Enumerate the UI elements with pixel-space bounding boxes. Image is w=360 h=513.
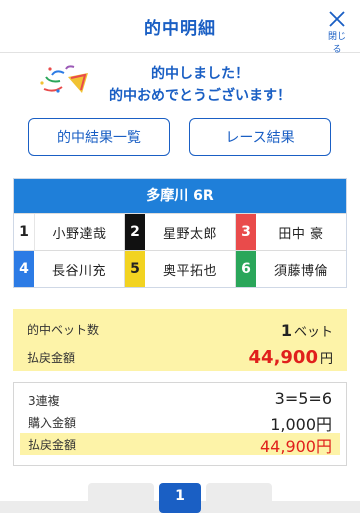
- result-detail-sheet: 的中明細 閉じる 的中しました！ 的中おめでとうございます！ 的中結果一覧 レー…: [0, 0, 360, 513]
- bet-count-row: 的中ベット数 1 ベット: [27, 314, 333, 342]
- racer-entry: 6 須藤博倫: [236, 251, 346, 287]
- congrats-line-1: 的中しました！: [151, 66, 249, 82]
- racer-name: 長谷川充: [51, 263, 106, 279]
- bet-count-number: 1: [280, 321, 292, 340]
- bet-type-row: 3連複 3=5=6: [24, 389, 336, 411]
- racer-row: 4 長谷川充 5 奥平拓也 6 須藤博倫: [14, 250, 346, 287]
- ticket-payout-amount: 44,900円: [260, 437, 332, 456]
- lane-number: 4: [14, 251, 34, 287]
- racer-name: 小野達哉: [52, 226, 107, 242]
- racer-name: 須藤博倫: [273, 263, 328, 279]
- close-icon[interactable]: [324, 10, 350, 28]
- payout-number: 44,900: [248, 347, 318, 368]
- payout-label: 払戻金額: [27, 351, 76, 365]
- payout-value: 44,900 円: [249, 347, 333, 368]
- racer-entry: 5 奥平拓也: [125, 251, 236, 287]
- racer-entry: 1 小野達哉: [14, 214, 125, 250]
- bet-count-unit: ベット: [293, 325, 333, 340]
- bet-combination: 3=5=6: [274, 389, 332, 408]
- lane-number: 5: [125, 251, 145, 287]
- congrats-line-2: 的中おめでとうございます！: [109, 88, 291, 104]
- racer-name: 奥平拓也: [162, 263, 217, 279]
- race-title: 多摩川 6R: [14, 179, 346, 213]
- pagination: 1: [0, 481, 360, 513]
- lane-number: 1: [14, 214, 35, 250]
- pagination-current-page[interactable]: 1: [159, 483, 201, 513]
- lane-number: 2: [125, 214, 145, 250]
- page-title: 的中明細: [144, 19, 216, 39]
- bet-count-label: 的中ベット数: [27, 323, 100, 337]
- header: 的中明細 閉じる: [0, 0, 360, 55]
- ticket-detail: 3連複 3=5=6 購入金額 1,000円 払戻金額 44,900円: [13, 382, 347, 466]
- purchase-label: 購入金額: [28, 416, 77, 430]
- race-results-button[interactable]: レース結果: [189, 118, 331, 156]
- racer-name: 田中 豪: [278, 226, 324, 242]
- bet-count-value: 1 ベット: [281, 321, 333, 340]
- ticket-payout-row: 払戻金額 44,900円: [20, 433, 340, 456]
- congrats-banner: 的中しました！ 的中おめでとうございます！: [0, 63, 360, 111]
- pagination-prev-button[interactable]: [88, 483, 154, 513]
- purchase-amount: 1,000円: [270, 415, 332, 434]
- purchase-row: 購入金額 1,000円: [24, 411, 336, 434]
- pagination-next-button[interactable]: [206, 483, 272, 513]
- payout-unit: 円: [319, 352, 333, 367]
- racer-entry: 2 星野太郎: [125, 214, 236, 250]
- racer-entry: 4 長谷川充: [14, 251, 125, 287]
- payout-row: 払戻金額 44,900 円: [27, 342, 333, 370]
- racer-name: 星野太郎: [162, 226, 217, 242]
- racer-row: 1 小野達哉 2 星野太郎 3 田中 豪: [14, 213, 346, 250]
- close-label[interactable]: 閉じる: [324, 29, 350, 55]
- close-button[interactable]: 閉じる: [324, 10, 350, 55]
- lane-number: 6: [236, 251, 256, 287]
- hit-results-list-button[interactable]: 的中結果一覧: [28, 118, 170, 156]
- hit-summary: 的中ベット数 1 ベット 払戻金額 44,900 円: [13, 309, 347, 371]
- racer-entry: 3 田中 豪: [236, 214, 346, 250]
- ticket-payout-label: 払戻金額: [28, 438, 77, 452]
- bet-type: 3連複: [28, 394, 60, 408]
- lane-number: 3: [236, 214, 256, 250]
- race-card: 多摩川 6R 1 小野達哉 2 星野太郎 3 田中 豪 4 長谷川充 5 奥平拓…: [13, 178, 347, 288]
